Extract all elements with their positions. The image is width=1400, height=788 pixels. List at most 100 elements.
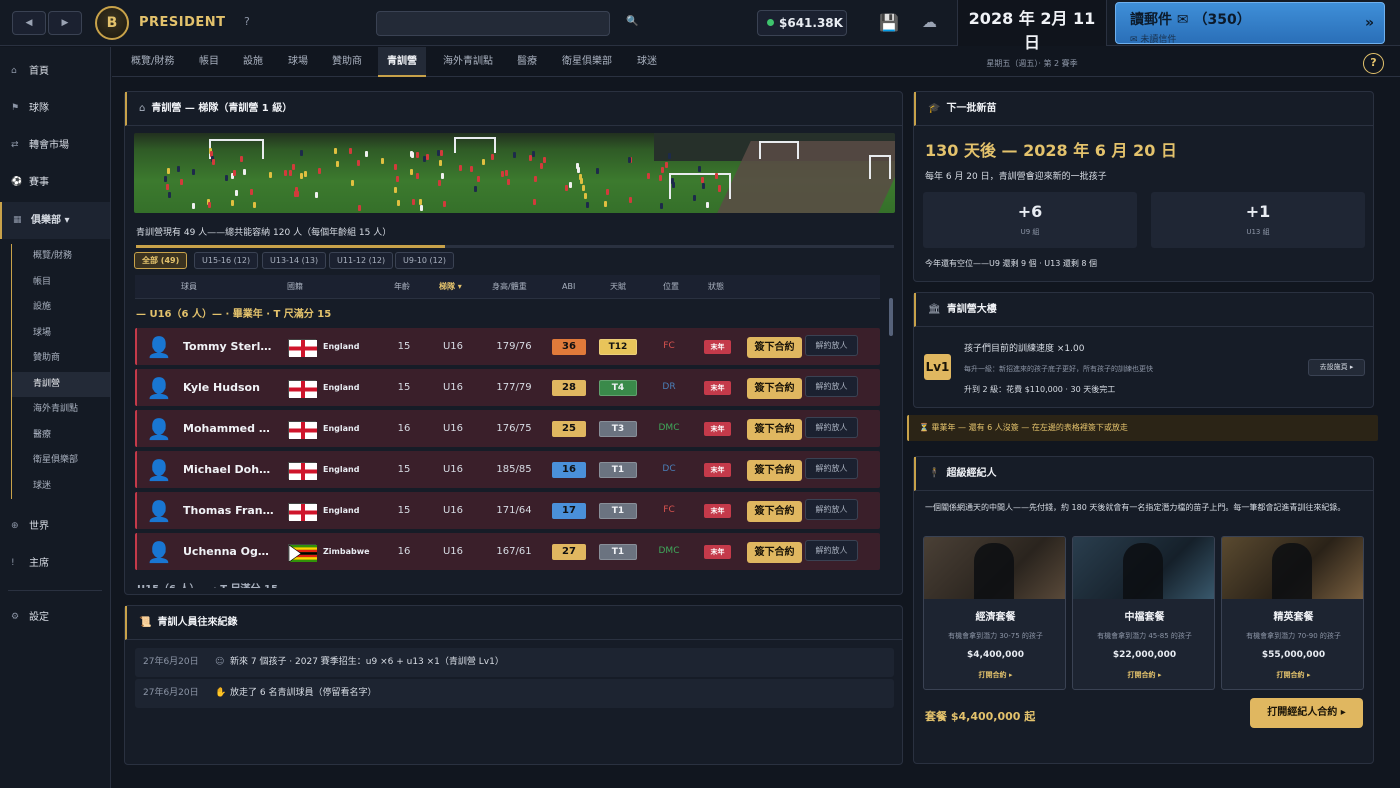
batch-count-box: +6 U9 組 bbox=[923, 192, 1137, 248]
filter-u11-12[interactable]: U11-12 (12) bbox=[329, 252, 394, 269]
tab-overview[interactable]: 概覽/財務 bbox=[122, 47, 183, 77]
release-button[interactable]: 解約放人 bbox=[805, 499, 858, 520]
sign-contract-button[interactable]: 簽下合約 bbox=[747, 460, 802, 481]
sidebar-sub-fans[interactable]: 球迷 bbox=[11, 473, 110, 499]
sidebar-sub-accounts[interactable]: 帳目 bbox=[11, 269, 110, 295]
cloud-icon[interactable]: ☁ bbox=[922, 13, 937, 31]
release-button[interactable]: 解約放人 bbox=[805, 376, 858, 397]
package-image bbox=[1222, 537, 1363, 599]
release-button[interactable]: 解約放人 bbox=[805, 540, 858, 561]
sidebar-item-club[interactable]: ▦ 俱樂部 ▾ bbox=[0, 202, 110, 239]
sidebar-item-transfers[interactable]: ⇄ 轉會市場 bbox=[0, 127, 110, 164]
pitch-player bbox=[420, 205, 423, 211]
filter-all[interactable]: 全部 (49) bbox=[134, 252, 188, 269]
release-button[interactable]: 解約放人 bbox=[805, 458, 858, 479]
back-button[interactable]: ◀ bbox=[12, 11, 46, 35]
tab-overseas[interactable]: 海外青訓點 bbox=[434, 47, 502, 77]
tab-sponsors[interactable]: 贊助商 bbox=[323, 47, 371, 77]
open-contract-link[interactable]: 打開合約 ▸ bbox=[1222, 670, 1363, 680]
sidebar-item-home[interactable]: ⌂ 首頁 bbox=[0, 53, 110, 90]
col-status[interactable]: 狀態 bbox=[708, 275, 724, 299]
player-row[interactable]: 👤 Michael Doherty England 15 U16 185/85 16 T1 DC… bbox=[135, 451, 880, 488]
sidebar-sub-overseas[interactable]: 海外青訓點 bbox=[11, 397, 110, 423]
player-name[interactable]: Mohammed Bar… bbox=[183, 410, 275, 447]
col-nation[interactable]: 國籍 bbox=[287, 275, 303, 299]
sidebar-sub-medical[interactable]: 醫療 bbox=[11, 422, 110, 448]
sidebar-sub-stadium[interactable]: 球場 bbox=[11, 320, 110, 346]
col-team[interactable]: 梯隊 ▾ bbox=[439, 275, 462, 299]
sidebar-item-matches[interactable]: ⚽ 賽事 bbox=[0, 164, 110, 201]
col-position[interactable]: 位置 bbox=[663, 275, 679, 299]
pitch-player bbox=[565, 185, 568, 191]
player-name[interactable]: Thomas Francis bbox=[183, 492, 275, 529]
player-name[interactable]: Kyle Hudson bbox=[183, 369, 275, 406]
player-name[interactable]: Uchenna Ogunl… bbox=[183, 533, 275, 570]
goto-facilities-button[interactable]: 去設施頁 ▸ bbox=[1308, 359, 1365, 376]
sidebar-sub-satellite[interactable]: 衛星俱樂部 bbox=[11, 448, 110, 474]
panel-title: 超級經紀人 bbox=[946, 468, 997, 479]
sidebar-item-settings[interactable]: ⚙ 設定 bbox=[0, 599, 110, 636]
col-height-weight[interactable]: 身高/體重 bbox=[492, 275, 527, 299]
open-contract-link[interactable]: 打開合約 ▸ bbox=[924, 670, 1065, 680]
sidebar-item-chairman[interactable]: ! 主席 bbox=[0, 545, 110, 582]
tab-satellite[interactable]: 衛星俱樂部 bbox=[553, 47, 621, 77]
sidebar-sub-sponsors[interactable]: 贊助商 bbox=[11, 346, 110, 372]
read-mail-button[interactable]: 讀郵件 ✉ （350） ✉ 未讀信件 » bbox=[1115, 2, 1385, 45]
status-badge: 末年 bbox=[704, 340, 731, 354]
tab-medical[interactable]: 醫療 bbox=[508, 47, 546, 77]
sidebar-item-squad[interactable]: ⚑ 球隊 bbox=[0, 90, 110, 127]
col-abi[interactable]: ABI bbox=[562, 275, 575, 299]
tab-facilities[interactable]: 設施 bbox=[234, 47, 272, 77]
sign-contract-button[interactable]: 簽下合約 bbox=[747, 419, 802, 440]
panel-header: 📜 青訓人員往來紀錄 bbox=[125, 606, 902, 640]
pitch-player bbox=[482, 159, 485, 165]
help-icon[interactable]: ? bbox=[244, 15, 250, 28]
tab-fans[interactable]: 球迷 bbox=[628, 47, 666, 77]
tab-academy[interactable]: 青訓營 bbox=[378, 47, 426, 77]
filter-u13-14[interactable]: U13-14 (13) bbox=[262, 252, 327, 269]
sign-contract-button[interactable]: 簽下合約 bbox=[747, 337, 802, 358]
package-economy[interactable]: 經濟套餐 有機會拿到潛力 30-75 的孩子 $4,400,000 打開合約 ▸ bbox=[923, 536, 1066, 690]
open-agent-contract-button[interactable]: 打開經紀人合約 ▸ bbox=[1250, 698, 1363, 728]
agent-description: 一個關係網通天的中間人——先付錢，約 180 天後就會有一名指定潛力檔的苗子上門… bbox=[925, 503, 1346, 512]
player-row[interactable]: 👤 Tommy Sterling England 15 U16 179/76 36 T12 FC… bbox=[135, 328, 880, 365]
player-nation: England bbox=[323, 465, 360, 474]
filter-u9-10[interactable]: U9-10 (12) bbox=[395, 252, 454, 269]
tab-accounts[interactable]: 帳目 bbox=[190, 47, 228, 77]
player-row[interactable]: 👤 Mohammed Bar… England 16 U16 176/75 25 T3 DMC 末… bbox=[135, 410, 880, 447]
package-image bbox=[1073, 537, 1214, 599]
search-input[interactable] bbox=[376, 11, 610, 36]
help-circle-icon[interactable]: ? bbox=[1363, 53, 1384, 74]
player-row[interactable]: 👤 Uchenna Ogunl… Zimbabwe 16 U16 167/61 27 T1 DM… bbox=[135, 533, 880, 570]
pitch-player bbox=[253, 202, 256, 208]
col-player[interactable]: 球員 bbox=[181, 275, 197, 299]
sign-contract-button[interactable]: 簽下合約 bbox=[747, 501, 802, 522]
forward-button[interactable]: ▶ bbox=[48, 11, 82, 35]
pitch-player bbox=[507, 179, 510, 185]
sidebar-item-world[interactable]: ⊕ 世界 bbox=[0, 508, 110, 545]
save-icon[interactable]: 💾 bbox=[879, 13, 899, 32]
open-contract-link[interactable]: 打開合約 ▸ bbox=[1073, 670, 1214, 680]
next-batch-countdown: 130 天後 — 2028 年 6 月 20 日 bbox=[925, 141, 1177, 160]
player-name[interactable]: Michael Doherty bbox=[183, 451, 275, 488]
tab-stadium[interactable]: 球場 bbox=[279, 47, 317, 77]
table-scrollbar[interactable] bbox=[889, 298, 893, 336]
sidebar-sub-facilities[interactable]: 設施 bbox=[11, 295, 110, 321]
search-icon[interactable]: 🔍 bbox=[626, 16, 638, 27]
package-mid[interactable]: 中檔套餐 有機會拿到潛力 45-85 的孩子 $22,000,000 打開合約 … bbox=[1072, 536, 1215, 690]
sign-contract-button[interactable]: 簽下合約 bbox=[747, 378, 802, 399]
player-row[interactable]: 👤 Kyle Hudson England 15 U16 177/79 28 T4 DR 末年 簽下… bbox=[135, 369, 880, 406]
sidebar-sub-overview[interactable]: 概覽/財務 bbox=[11, 244, 110, 270]
sign-contract-button[interactable]: 簽下合約 bbox=[747, 542, 802, 563]
player-name[interactable]: Tommy Sterling bbox=[183, 328, 275, 365]
filter-u15-16[interactable]: U15-16 (12) bbox=[194, 252, 259, 269]
package-elite[interactable]: 精英套餐 有機會拿到潛力 70-90 的孩子 $55,000,000 打開合約 … bbox=[1221, 536, 1364, 690]
col-age[interactable]: 年齡 bbox=[394, 275, 410, 299]
player-row[interactable]: 👤 Thomas Francis England 15 U16 171/64 17 T1 FC 末… bbox=[135, 492, 880, 529]
col-talent[interactable]: 天賦 bbox=[610, 275, 626, 299]
pitch-player bbox=[532, 151, 535, 157]
sidebar-sub-academy[interactable]: 青訓營 bbox=[11, 371, 110, 397]
release-button[interactable]: 解約放人 bbox=[805, 335, 858, 356]
release-button[interactable]: 解約放人 bbox=[805, 417, 858, 438]
building-icon: 🏛 bbox=[928, 304, 941, 315]
